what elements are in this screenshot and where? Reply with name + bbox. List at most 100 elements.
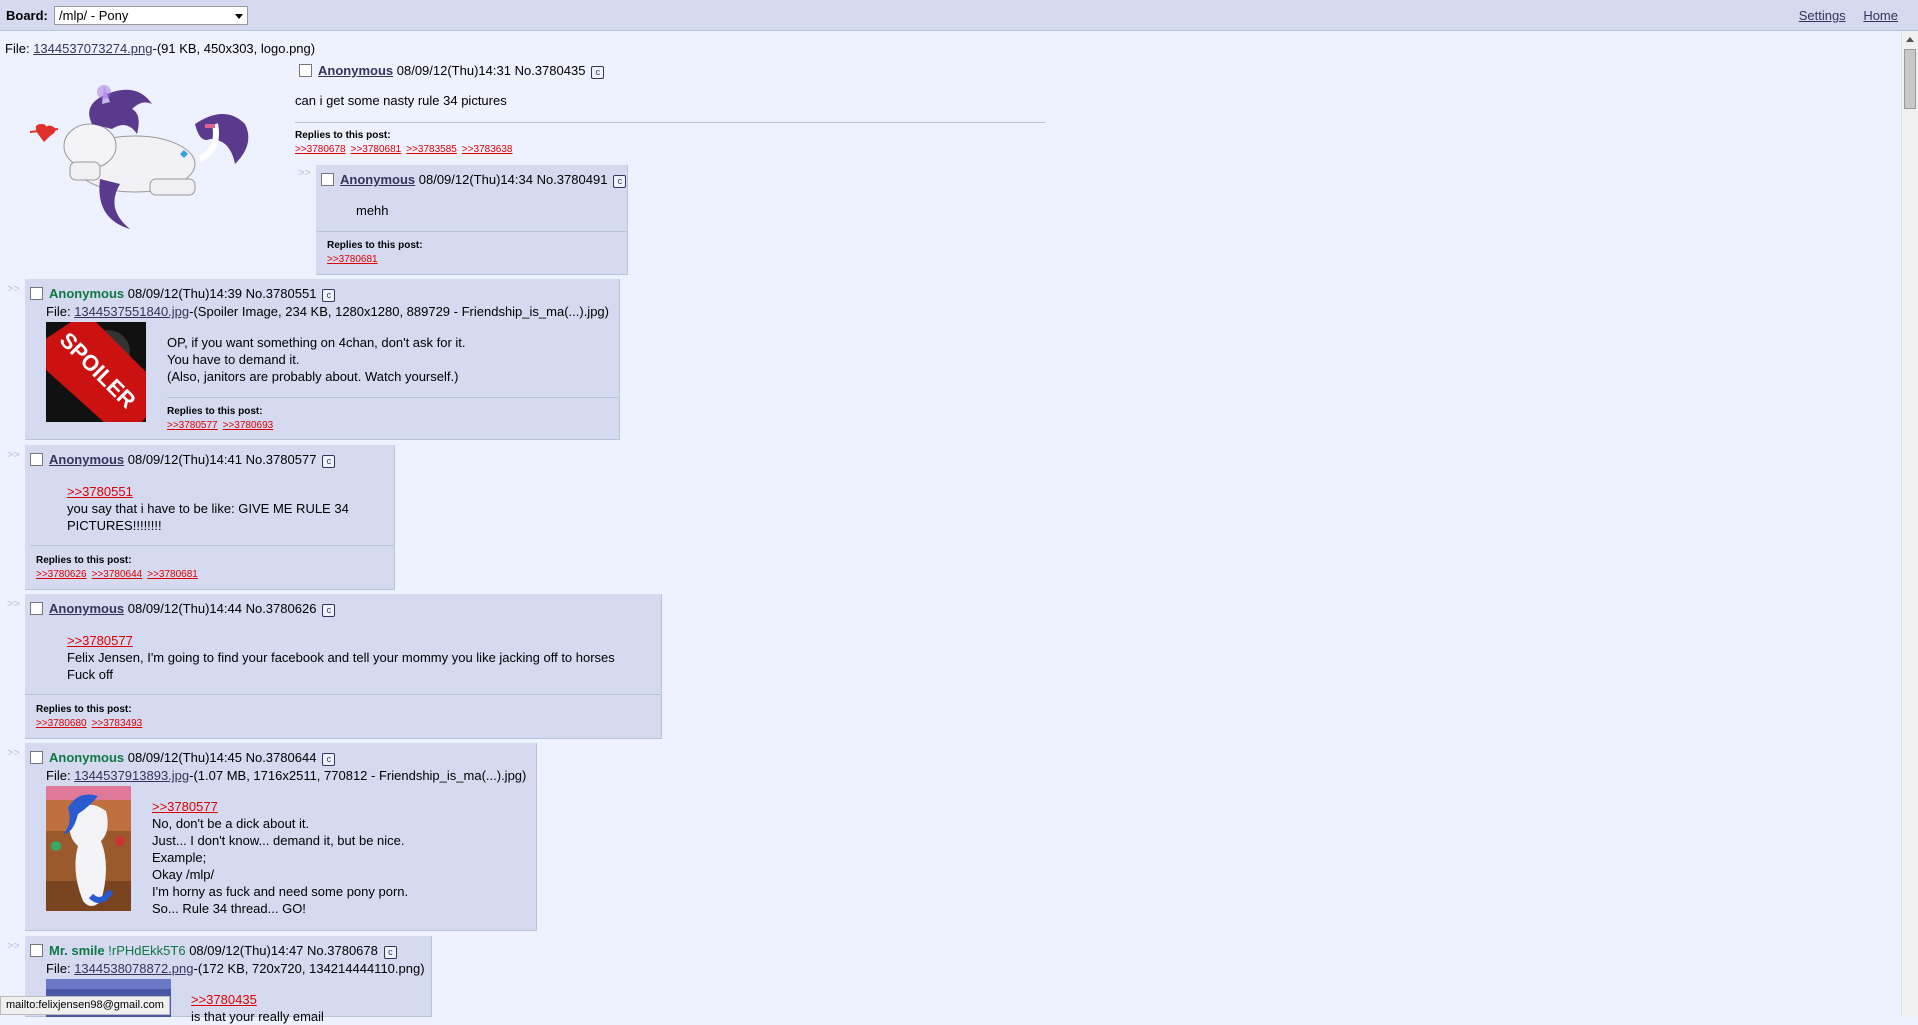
post-info: Anonymous 08/09/12(Thu)14:41 No.3780577 c xyxy=(30,452,336,468)
reply-link[interactable]: >>3780680 xyxy=(36,718,87,729)
op-file-link[interactable]: 1344537073274.png xyxy=(33,41,152,56)
board-label: Board: xyxy=(6,8,48,23)
scroll-up-icon[interactable] xyxy=(1906,37,1914,42)
post-divider xyxy=(30,545,394,546)
message-line: you say that i have to be like: GIVE ME … xyxy=(67,501,349,516)
select-checkbox[interactable] xyxy=(30,287,43,300)
post-number[interactable]: No.3780626 xyxy=(246,601,317,616)
op-poster-name[interactable]: Anonymous xyxy=(318,63,393,78)
message-line: I'm horny as fuck and need some pony por… xyxy=(152,884,409,899)
reply-link[interactable]: >>3780644 xyxy=(92,569,143,580)
op-post-number[interactable]: No.3780435 xyxy=(515,63,586,78)
quote-icon[interactable]: c xyxy=(322,753,336,766)
post-number[interactable]: No.3780551 xyxy=(246,286,317,301)
scroll-thumb[interactable] xyxy=(1904,49,1916,109)
home-link[interactable]: Home xyxy=(1863,8,1898,23)
reply-post: Anonymous 08/09/12(Thu)14:41 No.3780577 c… xyxy=(25,445,395,590)
quote-link[interactable]: >>3780577 xyxy=(67,633,133,648)
post-number[interactable]: No.3780577 xyxy=(246,452,317,467)
replies-list: >>3780680 >>3783493 xyxy=(36,718,147,729)
inline-divider xyxy=(316,231,627,232)
message-line: So... Rule 34 thread... GO! xyxy=(152,901,306,916)
message-line: You have to demand it. xyxy=(167,352,300,367)
quote-link[interactable]: >>3780551 xyxy=(67,484,133,499)
reply-link[interactable]: >>3783493 xyxy=(92,718,143,729)
op-reply-link[interactable]: >>3783638 xyxy=(462,144,513,155)
post-message: >>3780551 you say that i have to be like… xyxy=(67,483,387,534)
post-message: >>3780577 No, don't be a dick about it. … xyxy=(152,798,408,917)
post-message: >>3780435 is that your really email xyxy=(191,991,324,1025)
reply-link[interactable]: >>3780681 xyxy=(147,569,198,580)
browser-status-bar: mailto:felixjensen98@gmail.com xyxy=(0,996,170,1015)
op-file-meta: -(91 KB, 450x303, logo.png) xyxy=(152,41,316,56)
inline-reply-post: Anonymous 08/09/12(Thu)14:34 No.3780491 c… xyxy=(316,165,628,275)
quote-icon[interactable]: c xyxy=(322,455,336,468)
inline-message: mehh xyxy=(356,203,389,218)
select-checkbox[interactable] xyxy=(30,751,43,764)
select-checkbox[interactable] xyxy=(30,602,43,615)
poster-name[interactable]: Anonymous xyxy=(49,452,124,467)
message-line: PICTURES!!!!!!!! xyxy=(67,518,162,533)
quote-link[interactable]: >>3780435 xyxy=(191,992,257,1007)
quote-icon[interactable]: c xyxy=(322,604,336,617)
poster-name[interactable]: Anonymous xyxy=(49,601,124,616)
quote-icon[interactable]: c xyxy=(613,175,627,188)
message-line: Example; xyxy=(152,850,207,865)
spoiler-thumbnail[interactable]: SPOILER xyxy=(46,322,146,422)
reply-post: Anonymous 08/09/12(Thu)14:39 No.3780551 c… xyxy=(25,279,620,440)
message-line: Okay /mlp/ xyxy=(152,867,215,882)
post-number[interactable]: No.3780644 xyxy=(246,750,317,765)
file-meta: -(Spoiler Image, 234 KB, 1280x1280, 8897… xyxy=(189,304,609,319)
file-link[interactable]: 1344538078872.png xyxy=(74,961,193,976)
replies-list: >>3780626 >>3780644 >>3780681 xyxy=(36,569,203,580)
op-select-checkbox[interactable] xyxy=(299,64,312,77)
top-links: Settings Home xyxy=(1785,8,1898,23)
poster-name: Anonymous xyxy=(49,286,125,301)
post-message: OP, if you want something on 4chan, don'… xyxy=(167,334,466,385)
post-datetime: 08/09/12(Thu)14:39 xyxy=(127,286,242,301)
file-link[interactable]: 1344537551840.jpg xyxy=(74,304,189,319)
inline-poster-name[interactable]: Anonymous xyxy=(340,172,415,187)
post-info: Mr. smile !rPHdEkk5T6 08/09/12(Thu)14:47… xyxy=(30,943,397,959)
quote-icon[interactable]: c xyxy=(383,946,397,959)
op-replies-list: >>3780678 >>3780681 >>3783585 >>3783638 xyxy=(295,144,518,155)
replies-title: Replies to this post: xyxy=(36,555,132,566)
inline-post-number[interactable]: No.3780491 xyxy=(537,172,608,187)
op-message: can i get some nasty rule 34 pictures xyxy=(295,93,507,108)
op-image-thumbnail[interactable] xyxy=(30,84,260,234)
image-thumbnail[interactable] xyxy=(46,786,131,911)
inline-datetime: 08/09/12(Thu)14:34 xyxy=(418,172,533,187)
page-scrollbar[interactable] xyxy=(1901,31,1918,1017)
inline-select-checkbox[interactable] xyxy=(321,173,334,186)
post-number[interactable]: No.3780678 xyxy=(307,943,378,958)
reply-arrows: >> xyxy=(7,598,20,610)
op-reply-link[interactable]: >>3783585 xyxy=(406,144,457,155)
file-link[interactable]: 1344537913893.jpg xyxy=(74,768,189,783)
reply-link[interactable]: >>3780693 xyxy=(223,420,274,431)
post-datetime: 08/09/12(Thu)14:41 xyxy=(127,452,242,467)
inline-reply-link[interactable]: >>3780681 xyxy=(327,254,378,265)
post-info: Anonymous 08/09/12(Thu)14:44 No.3780626 c xyxy=(30,601,336,617)
op-file-info: File: 1344537073274.png-(91 KB, 450x303,… xyxy=(5,41,315,56)
message-line: Just... I don't know... demand it, but b… xyxy=(152,833,405,848)
post-info: Anonymous 08/09/12(Thu)14:45 No.3780644 c xyxy=(30,750,336,766)
post-datetime: 08/09/12(Thu)14:47 xyxy=(189,943,304,958)
select-checkbox[interactable] xyxy=(30,453,43,466)
op-reply-link[interactable]: >>3780678 xyxy=(295,144,346,155)
op-reply-link[interactable]: >>3780681 xyxy=(351,144,402,155)
quote-icon[interactable]: c xyxy=(322,289,336,302)
file-meta: -(1.07 MB, 1716x2511, 770812 - Friendshi… xyxy=(189,768,527,783)
select-checkbox[interactable] xyxy=(30,944,43,957)
replies-title: Replies to this post: xyxy=(36,704,132,715)
board-select[interactable]: /mlp/ - Pony xyxy=(54,6,248,25)
quote-link[interactable]: >>3780577 xyxy=(152,799,218,814)
settings-link[interactable]: Settings xyxy=(1799,8,1846,23)
op-post-info: Anonymous 08/09/12(Thu)14:31 No.3780435 c xyxy=(299,63,605,79)
reply-post: Anonymous 08/09/12(Thu)14:44 No.3780626 c… xyxy=(25,594,662,739)
op-replies-title: Replies to this post: xyxy=(295,130,391,141)
post-info: Anonymous 08/09/12(Thu)14:39 No.3780551 c xyxy=(30,286,336,302)
quote-icon[interactable]: c xyxy=(591,66,605,79)
post-message: >>3780577 Felix Jensen, I'm going to fin… xyxy=(67,632,615,683)
reply-link[interactable]: >>3780577 xyxy=(167,420,218,431)
reply-link[interactable]: >>3780626 xyxy=(36,569,87,580)
